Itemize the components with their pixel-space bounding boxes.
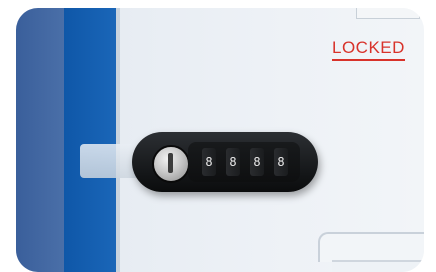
combination-dial-1: 8 — [202, 148, 216, 176]
dark-blue-stripe — [16, 8, 64, 272]
key-slot — [168, 153, 173, 173]
bottom-vent-slot-lower — [332, 260, 424, 272]
cabinet-photo: 8 8 8 8 LOCKED — [16, 8, 424, 272]
combination-dial-2: 8 — [226, 148, 240, 176]
combination-dial-3: 8 — [250, 148, 264, 176]
top-vent-slot — [356, 8, 420, 19]
blue-stripe — [64, 8, 116, 272]
combination-dial-4: 8 — [274, 148, 288, 176]
combination-lock: 8 8 8 8 — [132, 132, 318, 192]
key-cylinder-icon — [152, 145, 190, 183]
image-frame: 8 8 8 8 LOCKED — [0, 0, 436, 272]
dial-window: 8 8 8 8 — [188, 142, 300, 182]
panel-edge — [116, 8, 120, 272]
bottom-vent-slot — [318, 232, 424, 262]
locked-status-label: LOCKED — [332, 38, 405, 61]
